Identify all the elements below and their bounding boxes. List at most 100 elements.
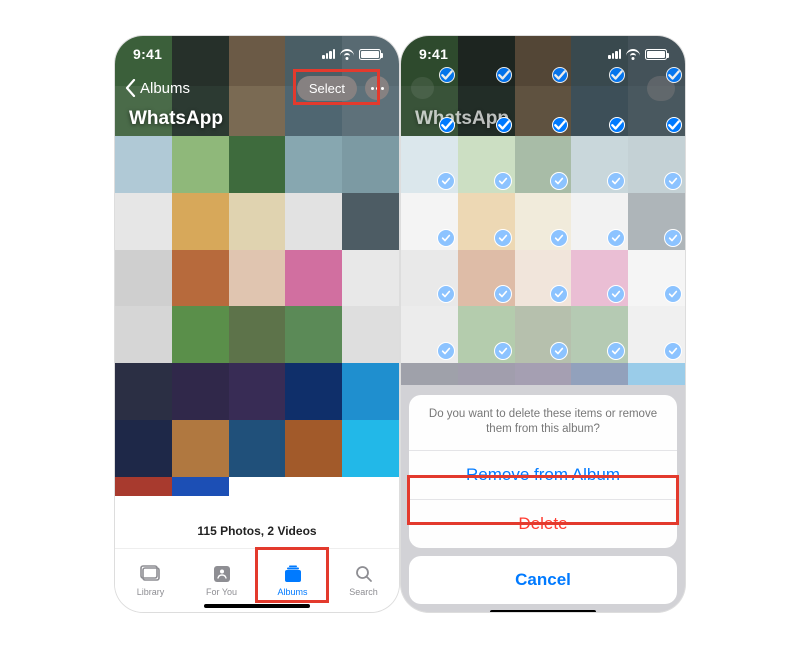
photo-thumbnail[interactable] — [342, 420, 399, 477]
select-button[interactable]: Select — [297, 76, 357, 101]
photo-thumbnail[interactable] — [285, 193, 342, 250]
photo-thumbnail[interactable] — [115, 420, 172, 477]
photo-thumbnail[interactable] — [285, 136, 342, 193]
search-icon — [353, 564, 375, 584]
photo-thumbnail[interactable] — [115, 363, 172, 420]
photo-thumbnail[interactable] — [115, 306, 172, 363]
photo-thumbnail[interactable] — [285, 363, 342, 420]
photo-thumbnail[interactable] — [285, 420, 342, 477]
tab-albums[interactable]: Albums — [257, 549, 328, 612]
selection-check-icon — [439, 67, 455, 83]
wifi-icon — [340, 49, 354, 59]
cancel-button[interactable]: Cancel — [409, 556, 677, 604]
photo-thumbnail-selected[interactable] — [458, 193, 515, 250]
cellular-icon — [608, 49, 621, 59]
photo-thumbnail-selected[interactable] — [628, 250, 685, 307]
header-area: 9:41 WhatsApp — [401, 36, 685, 136]
selection-check-icon — [550, 172, 568, 190]
albums-icon — [282, 564, 304, 584]
selection-check-icon — [607, 285, 625, 303]
tab-search[interactable]: Search — [328, 549, 399, 612]
photo-thumbnail[interactable] — [229, 136, 286, 193]
photo-thumbnail[interactable] — [229, 306, 286, 363]
selection-check-icon — [552, 67, 568, 83]
battery-icon — [645, 49, 667, 60]
photo-thumbnail-selected[interactable] — [571, 250, 628, 307]
photo-thumbnail[interactable] — [229, 363, 286, 420]
selection-check-icon — [437, 285, 455, 303]
selection-check-icon — [550, 229, 568, 247]
selection-check-icon — [494, 285, 512, 303]
photo-thumbnail-selected[interactable] — [515, 250, 572, 307]
photo-thumbnail-selected[interactable] — [458, 250, 515, 307]
photo-thumbnail[interactable] — [342, 250, 399, 307]
photo-grid-selected[interactable] — [401, 136, 685, 418]
home-indicator[interactable] — [204, 604, 310, 608]
selection-check-icon — [609, 117, 625, 133]
photo-thumbnail[interactable] — [115, 193, 172, 250]
photo-thumbnail-selected[interactable] — [571, 136, 628, 193]
tab-for-you[interactable]: For You — [186, 549, 257, 612]
selection-check-icon — [664, 172, 682, 190]
photo-thumbnail[interactable] — [342, 306, 399, 363]
phone-right: 9:41 WhatsApp Do yo — [401, 36, 685, 612]
photo-thumbnail[interactable] — [172, 193, 229, 250]
photo-thumbnail-selected[interactable] — [401, 136, 458, 193]
status-indicators — [322, 49, 381, 60]
photo-thumbnail[interactable] — [229, 193, 286, 250]
add-photo-button[interactable]: + — [229, 477, 286, 496]
back-button[interactable]: Albums — [125, 79, 190, 97]
selection-check-icon — [607, 342, 625, 360]
wifi-icon — [626, 49, 640, 59]
photo-thumbnail-selected[interactable] — [628, 193, 685, 250]
photo-thumbnail[interactable] — [229, 420, 286, 477]
photo-thumbnail[interactable] — [115, 250, 172, 307]
delete-button[interactable]: Delete — [409, 500, 677, 548]
photo-thumbnail-selected[interactable] — [401, 306, 458, 363]
selection-check-icon — [496, 117, 512, 133]
photo-thumbnail[interactable] — [342, 193, 399, 250]
selection-check-icon — [496, 67, 512, 83]
photo-thumbnail-selected[interactable] — [401, 250, 458, 307]
photo-thumbnail-selected[interactable] — [515, 193, 572, 250]
photo-thumbnail-selected[interactable] — [401, 193, 458, 250]
selection-check-icon — [494, 342, 512, 360]
photo-thumbnail[interactable] — [229, 250, 286, 307]
photo-thumbnail[interactable] — [342, 136, 399, 193]
photo-thumbnail[interactable] — [115, 136, 172, 193]
photo-thumbnail[interactable] — [115, 477, 172, 496]
photo-thumbnail[interactable] — [172, 363, 229, 420]
selection-check-icon — [437, 342, 455, 360]
tab-bar: Library For You Albums — [115, 548, 399, 612]
photo-thumbnail-selected[interactable] — [458, 306, 515, 363]
photo-thumbnail-selected[interactable] — [571, 193, 628, 250]
photo-thumbnail[interactable] — [172, 477, 229, 496]
photo-thumbnail-selected[interactable] — [515, 136, 572, 193]
photo-thumbnail-selected[interactable] — [571, 306, 628, 363]
photo-thumbnail[interactable] — [342, 363, 399, 420]
photo-thumbnail-selected[interactable] — [628, 306, 685, 363]
photo-thumbnail[interactable] — [172, 250, 229, 307]
more-button[interactable] — [365, 76, 389, 100]
photo-thumbnail[interactable] — [285, 306, 342, 363]
photo-thumbnail-selected[interactable] — [458, 136, 515, 193]
photo-thumbnail[interactable] — [172, 306, 229, 363]
phone-left: 9:41 Albums Select WhatsApp — [115, 36, 399, 612]
photo-thumbnail-selected[interactable] — [515, 306, 572, 363]
tab-library[interactable]: Library — [115, 549, 186, 612]
photo-thumbnail[interactable] — [172, 420, 229, 477]
clock: 9:41 — [419, 46, 448, 62]
photo-thumbnail-selected[interactable] — [628, 136, 685, 193]
remove-from-album-button[interactable]: Remove from Album — [409, 451, 677, 500]
selection-check-icon — [664, 285, 682, 303]
selection-check-icon — [664, 342, 682, 360]
selection-check-icon — [437, 172, 455, 190]
album-title: WhatsApp — [129, 108, 223, 130]
photo-grid[interactable]: + — [115, 136, 399, 496]
selection-check-icon — [550, 285, 568, 303]
photo-thumbnail[interactable] — [285, 250, 342, 307]
photo-thumbnail[interactable] — [172, 136, 229, 193]
selection-check-icon — [439, 117, 455, 133]
home-indicator[interactable] — [490, 610, 596, 612]
back-button[interactable] — [411, 77, 434, 99]
